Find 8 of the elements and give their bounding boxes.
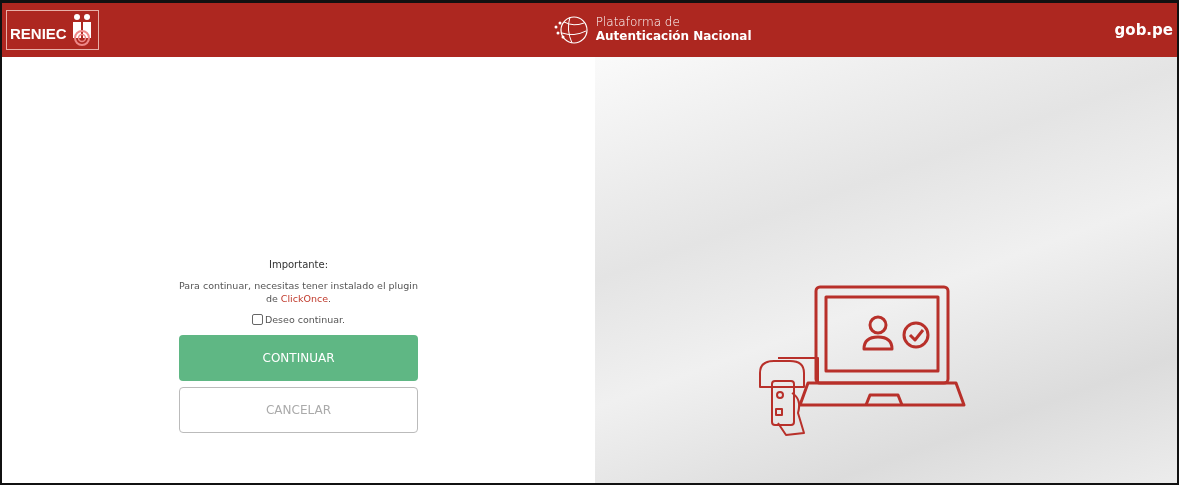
notice-text: Para continuar, necesitas tener instalado el plugin de ClickOnce.	[178, 280, 419, 306]
platform-subtitle: Plataforma de	[595, 16, 681, 30]
consent-checkbox[interactable]	[251, 313, 263, 325]
platform-title: Autenticación Nacional	[595, 30, 752, 44]
gob-pe-link[interactable]: gob.pe	[1114, 21, 1173, 39]
notice-title: Importante:	[268, 259, 329, 270]
logo-text: RENIEC	[10, 26, 67, 41]
consent-label: Deseo continuar.	[264, 313, 346, 325]
